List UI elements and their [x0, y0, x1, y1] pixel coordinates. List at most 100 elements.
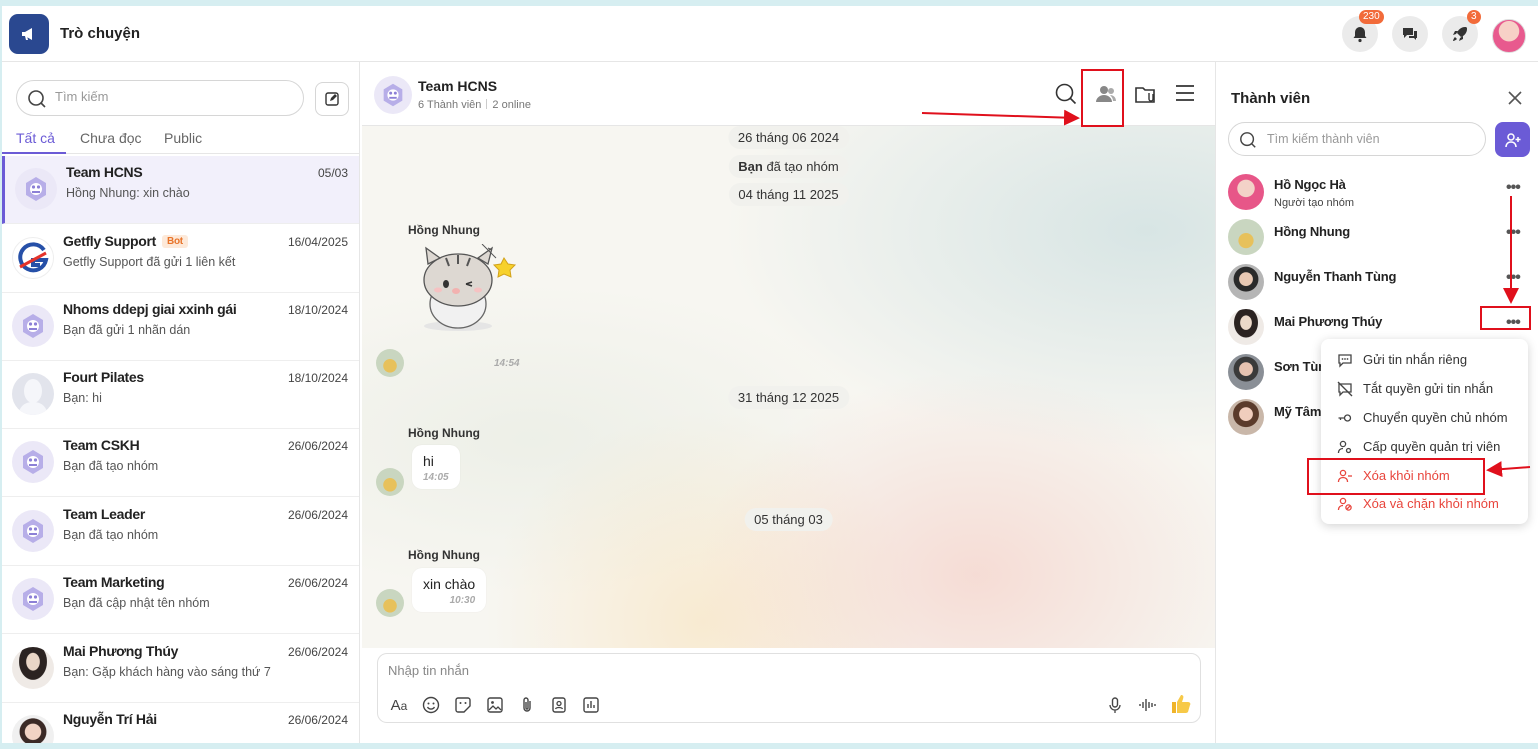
group-avatar-icon [12, 578, 54, 620]
user-minus-icon [1337, 469, 1352, 482]
conversation-item[interactable]: Getfly Support Bot Getfly Support đã gửi … [2, 225, 359, 293]
sender-name: Hồng Nhung [408, 548, 480, 562]
poll-icon[interactable] [580, 694, 602, 716]
menu-button[interactable] [1174, 82, 1196, 109]
more-options-icon[interactable]: ••• [1506, 179, 1521, 197]
system-message: Bạn đã tạo nhóm [728, 155, 849, 178]
tab-all[interactable]: Tất cả [16, 130, 55, 146]
more-options-icon[interactable]: ••• [1506, 224, 1521, 242]
rocket-badge: 3 [1467, 10, 1481, 24]
message-input[interactable] [388, 663, 988, 678]
message-off-icon [1337, 381, 1353, 397]
conversation-item[interactable]: Fourt Pilates Bạn: hi 18/10/2024 [2, 361, 359, 429]
message-bubble[interactable]: xin chào 10:30 [412, 568, 487, 612]
conversation-item[interactable]: Nhoms ddepj giai xxinh gái Bạn đã gửi 1 … [2, 293, 359, 361]
conversation-item[interactable]: Mai Phương Thúy Bạn: Gặp khách hàng vào … [2, 635, 359, 703]
conversation-date: 18/10/2024 [287, 303, 348, 317]
search-icon [1055, 83, 1077, 105]
menu-item-label: Tắt quyền gửi tin nhắn [1363, 381, 1494, 396]
more-options-icon[interactable]: ••• [1506, 314, 1521, 332]
conversation-item[interactable]: Team CSKH Bạn đã tạo nhóm 26/06/2024 [2, 429, 359, 497]
conversation-preview: Hồng Nhung: xin chào [66, 186, 190, 200]
conversation-search-input[interactable] [55, 89, 295, 104]
member-row[interactable]: Nguyễn Thanh Tùng ••• [1216, 259, 1538, 304]
compose-button[interactable] [315, 82, 349, 116]
chat-bubbles-icon [1403, 28, 1417, 40]
sticker-icon[interactable] [452, 694, 474, 716]
group-avatar-icon [374, 76, 412, 114]
conversation-item[interactable]: Team Leader Bạn đã tạo nhóm 26/06/2024 [2, 498, 359, 566]
conversation-date: 26/06/2024 [287, 576, 348, 590]
messages-button[interactable] [1392, 16, 1428, 52]
thumbs-up-icon[interactable] [1168, 691, 1194, 717]
date-separator: 04 tháng 11 2025 [728, 183, 849, 206]
attachment-icon[interactable] [516, 694, 538, 716]
top-header: Trò chuyện 230 3 [2, 6, 1538, 62]
date-separator: 26 tháng 06 2024 [727, 126, 850, 149]
app-window: Trò chuyện 230 3 Tất cả Chưa đọc Public [2, 6, 1538, 743]
date-separator: 05 tháng 03 [744, 508, 833, 531]
avatar [12, 647, 54, 689]
member-search-input[interactable] [1267, 132, 1477, 146]
conversation-name: Team Marketing [63, 574, 165, 590]
members-button[interactable] [1094, 82, 1118, 111]
remove-from-group-item[interactable]: Xóa khỏi nhóm [1321, 461, 1528, 490]
member-name: Hồng Nhung [1274, 224, 1350, 239]
megaphone-icon[interactable] [9, 14, 49, 54]
conversation-preview: Bạn: Gặp khách hàng vào sáng thứ 7 [63, 665, 271, 679]
member-row[interactable]: Hồ Ngọc Hà Người tạo nhóm ••• [1216, 169, 1538, 214]
conversation-name: Nhoms ddepj giai xxinh gái [63, 301, 237, 317]
conversation-date: 05/03 [317, 166, 348, 180]
more-options-icon[interactable]: ••• [1506, 269, 1521, 287]
emoji-icon[interactable] [420, 694, 442, 716]
transfer-owner-item[interactable]: Chuyển quyền chủ nhóm [1321, 403, 1528, 432]
member-row[interactable]: Hồng Nhung ••• [1216, 214, 1538, 259]
avatar [1228, 264, 1264, 300]
message-text: xin chào [423, 576, 476, 592]
key-icon [1338, 413, 1352, 422]
user-avatar[interactable] [1492, 19, 1526, 53]
notification-button[interactable]: 230 [1342, 10, 1384, 52]
conversation-date: 26/06/2024 [287, 645, 348, 659]
group-avatar-icon [15, 168, 57, 210]
chat-search-button[interactable] [1054, 82, 1078, 111]
send-private-message-item[interactable]: Gửi tin nhắn riêng [1321, 345, 1528, 374]
mute-messaging-item[interactable]: Tắt quyền gửi tin nhắn [1321, 374, 1528, 403]
message-bubble[interactable]: hi 14:05 [412, 445, 460, 489]
add-member-button[interactable] [1495, 122, 1530, 157]
member-name: Mỹ Tâm [1274, 404, 1322, 419]
close-icon[interactable] [1506, 89, 1524, 112]
conversation-item[interactable]: Nguyễn Trí Hải 26/06/2024 [2, 703, 359, 743]
edit-icon [325, 92, 339, 106]
tab-unread[interactable]: Chưa đọc [80, 130, 142, 146]
rocket-button[interactable]: 3 [1442, 10, 1481, 52]
conversation-name: Team Leader [63, 506, 146, 522]
files-button[interactable] [1134, 82, 1158, 111]
message-area: 26 tháng 06 2024 Bạn đã tạo nhóm 04 thán… [362, 126, 1215, 648]
grant-admin-item[interactable]: Cấp quyền quản trị viên [1321, 432, 1528, 461]
getfly-logo-icon [12, 237, 54, 279]
voice-wave-icon[interactable] [1136, 694, 1158, 716]
avatar [1228, 354, 1264, 390]
date-separator: 31 tháng 12 2025 [727, 386, 850, 409]
microphone-icon[interactable] [1104, 694, 1126, 716]
system-actor: Bạn [738, 159, 763, 174]
group-avatar-icon [12, 441, 54, 483]
remove-and-block-item[interactable]: Xóa và chặn khỏi nhóm [1321, 489, 1528, 518]
search-icon [28, 90, 46, 108]
cat-sticker[interactable] [418, 243, 522, 337]
image-icon[interactable] [484, 694, 506, 716]
conversation-item[interactable]: Team Marketing Bạn đã cập nhật tên nhóm … [2, 566, 359, 634]
members-panel-title: Thành viên [1231, 90, 1311, 107]
active-tab-indicator [2, 152, 66, 154]
conversation-item[interactable]: Team HCNS Hồng Nhung: xin chào 05/03 [2, 156, 359, 224]
avatar [376, 468, 404, 496]
contact-card-icon[interactable] [548, 694, 570, 716]
user-gear-icon [1337, 440, 1352, 453]
tab-public[interactable]: Public [164, 130, 202, 146]
avatar [376, 589, 404, 617]
text-format-icon[interactable]: Aa [388, 694, 410, 716]
conversation-sidebar: Tất cả Chưa đọc Public Team HCNS Hồng Nh… [2, 62, 360, 743]
menu-item-label: Chuyển quyền chủ nhóm [1363, 410, 1508, 425]
conversation-date: 16/04/2025 [287, 235, 348, 249]
